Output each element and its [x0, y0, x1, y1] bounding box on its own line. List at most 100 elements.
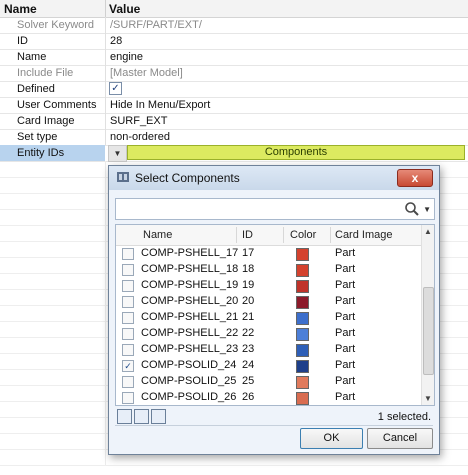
list-item[interactable]: COMP-PSOLID_26 26 Part	[116, 390, 422, 405]
column-header-id[interactable]: ID	[242, 229, 253, 241]
list-item[interactable]: COMP-PSHELL_21 21 Part	[116, 310, 422, 325]
property-row-name[interactable]: Name engine	[0, 49, 468, 66]
column-divider[interactable]	[330, 227, 331, 243]
component-card-image: Part	[335, 247, 356, 259]
components-icon	[117, 172, 129, 182]
search-options-chevron-icon[interactable]: ▼	[423, 205, 431, 214]
close-button[interactable]: x	[397, 169, 433, 187]
list-item[interactable]: COMP-PSHELL_19 19 Part	[116, 278, 422, 293]
component-card-image: Part	[335, 279, 356, 291]
cancel-button[interactable]: Cancel	[367, 428, 433, 449]
list-item[interactable]: COMP-PSHELL_23 23 Part	[116, 342, 422, 357]
component-name: COMP-PSHELL_21	[141, 311, 239, 323]
list-header: Name ID Color Card Image	[116, 225, 422, 246]
column-header-card-image[interactable]: Card Image	[335, 229, 392, 241]
property-key: User Comments	[17, 99, 97, 111]
property-key: Set type	[17, 131, 58, 143]
component-id: 19	[242, 279, 255, 291]
property-row-defined[interactable]: Defined ✓	[0, 81, 468, 98]
property-row-card-image[interactable]: Card Image SURF_EXT	[0, 113, 468, 130]
property-row-id[interactable]: ID 28	[0, 33, 468, 50]
component-card-image: Part	[335, 311, 356, 323]
property-key: Include File	[17, 67, 74, 79]
row-checkbox[interactable]	[122, 344, 134, 356]
row-divider	[105, 321, 106, 337]
row-checkbox[interactable]	[122, 312, 134, 324]
row-divider	[105, 97, 106, 113]
row-divider	[105, 161, 106, 177]
value-column-header: Value	[109, 2, 141, 16]
row-divider	[105, 49, 106, 65]
row-checkbox[interactable]	[122, 280, 134, 292]
property-value[interactable]: 28	[110, 35, 122, 47]
divider	[115, 425, 433, 426]
row-divider	[105, 17, 106, 33]
row-divider	[105, 113, 106, 129]
property-value[interactable]: non-ordered	[110, 131, 170, 143]
select-components-dialog: Select Components x ▼ Name ID Color Card…	[108, 165, 440, 455]
row-divider	[105, 193, 106, 209]
defined-checkbox[interactable]: ✓	[109, 82, 122, 95]
property-key: Defined	[17, 83, 55, 95]
reverse-selection-icon[interactable]	[151, 409, 166, 424]
header-divider[interactable]	[105, 0, 106, 17]
row-divider	[105, 385, 106, 401]
color-swatch	[296, 280, 309, 293]
list-scrollbar[interactable]: ▲ ▼	[421, 225, 434, 405]
list-item[interactable]: COMP-PSHELL_17 17 Part	[116, 246, 422, 261]
list-item[interactable]: COMP-PSHELL_18 18 Part	[116, 262, 422, 277]
property-row-include-file[interactable]: Include File [Master Model]	[0, 65, 468, 82]
ok-button[interactable]: OK	[300, 428, 363, 449]
row-divider	[105, 81, 106, 97]
component-id: 26	[242, 391, 255, 403]
row-divider	[105, 433, 106, 449]
property-value[interactable]: Hide In Menu/Export	[110, 99, 210, 111]
component-id: 23	[242, 343, 255, 355]
property-row-user-comments[interactable]: User Comments Hide In Menu/Export	[0, 97, 468, 114]
component-name: COMP-PSOLID_24	[141, 359, 237, 371]
property-row-set-type[interactable]: Set type non-ordered	[0, 129, 468, 146]
property-value: /SURF/PART/EXT/	[110, 19, 202, 31]
column-divider[interactable]	[236, 227, 237, 243]
component-id: 17	[242, 247, 255, 259]
scroll-down-icon[interactable]: ▼	[424, 394, 432, 403]
row-checkbox[interactable]	[122, 328, 134, 340]
list-item[interactable]: COMP-PSHELL_20 20 Part	[116, 294, 422, 309]
row-checkbox[interactable]	[122, 264, 134, 276]
component-id: 18	[242, 263, 255, 275]
row-checkbox[interactable]	[122, 392, 134, 404]
component-card-image: Part	[335, 295, 356, 307]
search-field[interactable]: ▼	[115, 198, 435, 220]
row-checkbox[interactable]	[122, 248, 134, 260]
list-item[interactable]: ✓ COMP-PSOLID_24 24 Part	[116, 358, 422, 373]
column-header-color[interactable]: Color	[290, 229, 316, 241]
property-value[interactable]: engine	[110, 51, 143, 63]
selection-count: 1 selected.	[377, 411, 431, 423]
list-item[interactable]: COMP-PSHELL_22 22 Part	[116, 326, 422, 341]
components-list: Name ID Color Card Image COMP-PSHELL_17 …	[115, 224, 435, 406]
list-item[interactable]: COMP-PSOLID_25 25 Part	[116, 374, 422, 389]
row-divider	[105, 177, 106, 193]
scrollbar-thumb[interactable]	[423, 287, 434, 375]
components-button[interactable]: Components	[127, 145, 465, 160]
component-id: 25	[242, 375, 255, 387]
property-row-solver-keyword[interactable]: Solver Keyword /SURF/PART/EXT/	[0, 17, 468, 34]
select-none-icon[interactable]	[134, 409, 149, 424]
column-divider[interactable]	[283, 227, 284, 243]
property-value[interactable]: SURF_EXT	[110, 115, 167, 127]
property-row-entity-ids[interactable]: Entity IDs ▼ Components	[0, 145, 468, 162]
select-all-icon[interactable]	[117, 409, 132, 424]
search-icon[interactable]	[404, 201, 420, 217]
column-header-name[interactable]: Name	[143, 229, 172, 241]
scroll-up-icon[interactable]: ▲	[424, 227, 432, 236]
row-checkbox[interactable]	[122, 296, 134, 308]
component-card-image: Part	[335, 327, 356, 339]
row-checkbox-checked[interactable]: ✓	[122, 360, 134, 372]
color-swatch	[296, 264, 309, 277]
row-checkbox[interactable]	[122, 376, 134, 388]
property-key: ID	[17, 35, 28, 47]
color-swatch	[296, 328, 309, 341]
dialog-titlebar[interactable]: Select Components x	[109, 166, 439, 190]
chevron-down-icon[interactable]: ▼	[108, 145, 127, 162]
row-divider	[105, 65, 106, 81]
